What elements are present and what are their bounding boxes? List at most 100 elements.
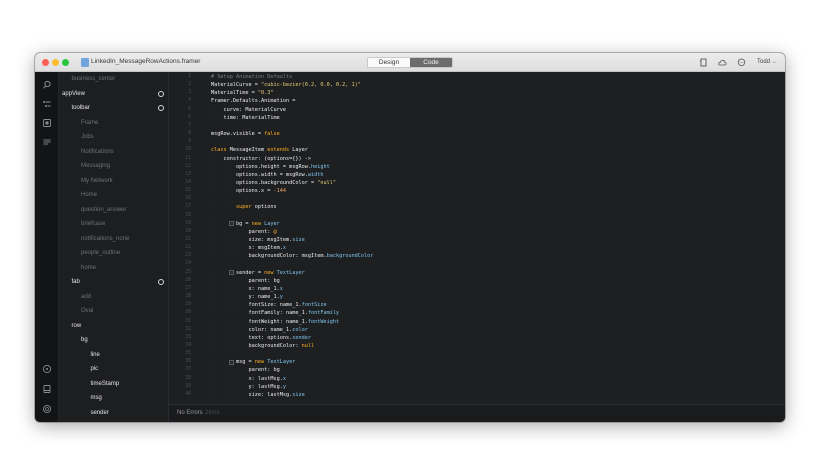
code-line[interactable]: class MessageItem extends Layer bbox=[211, 146, 771, 154]
tab-design[interactable]: Design bbox=[368, 58, 410, 67]
layers-tree-icon[interactable] bbox=[42, 99, 52, 109]
code-token: options.x = bbox=[236, 188, 274, 195]
indent-guides: · bbox=[211, 106, 224, 113]
code-line[interactable]: · · options.x = -144 bbox=[211, 187, 771, 195]
preview-icon[interactable] bbox=[42, 404, 52, 414]
code-line[interactable]: msgRow.visible = false bbox=[211, 130, 771, 138]
maximize-window-button[interactable] bbox=[62, 59, 69, 66]
code-token: parent: bbox=[248, 228, 274, 235]
search-icon[interactable] bbox=[42, 80, 52, 90]
layer-row[interactable]: appView bbox=[59, 87, 168, 101]
code-line[interactable]: · · options.width = msgRow.width bbox=[211, 171, 771, 179]
code-token: sender = bbox=[236, 269, 265, 276]
code-line[interactable]: · time: MaterialTime bbox=[211, 114, 771, 122]
code-line[interactable]: · · · text: options.sender bbox=[211, 334, 771, 342]
code-line[interactable]: · · · parent: bg bbox=[211, 366, 771, 374]
code-line[interactable]: MaterialCurve = "cubic-bezier(0.2, 0.0, … bbox=[211, 81, 771, 89]
code-token: MaterialTime = bbox=[211, 90, 258, 97]
layer-row[interactable]: timeStamp bbox=[59, 377, 168, 391]
code-line[interactable]: · constructor: (options={}) -> bbox=[211, 155, 771, 163]
layer-row[interactable]: My Network bbox=[59, 174, 168, 188]
code-line[interactable]: · · · y: name_1.y bbox=[211, 293, 771, 301]
code-editor[interactable]: 1 2 3 4 5 6 7 8 9 10 11 12 13 14 15 16 17 18 19 20 21 22 23 24 2… bbox=[169, 72, 785, 404]
fold-toggle-icon[interactable]: − bbox=[229, 270, 234, 276]
layer-row[interactable]: add bbox=[59, 290, 168, 304]
code-line[interactable]: · · · backgroundColor: msgItem.backgroun… bbox=[211, 252, 771, 260]
layer-row[interactable]: sender bbox=[59, 406, 168, 420]
layers-panel: business_center appView toolbar Frame Jobs No… bbox=[59, 72, 169, 422]
line-number: 37 bbox=[185, 367, 191, 373]
layer-row[interactable]: notifications_none bbox=[59, 232, 168, 246]
tab-code[interactable]: Code bbox=[410, 58, 452, 67]
device-icon[interactable] bbox=[42, 384, 52, 394]
code-line[interactable]: · · sender = new TextLayer bbox=[211, 269, 771, 277]
layer-target-icon[interactable] bbox=[158, 90, 164, 97]
line-number: 14 bbox=[185, 179, 191, 185]
code-token: y: name_1. bbox=[248, 294, 280, 301]
code-line[interactable]: · · · color: name_1.color bbox=[211, 326, 771, 334]
line-number: 34 bbox=[185, 342, 191, 348]
code-line[interactable]: · · msg = new TextLayer bbox=[211, 358, 771, 366]
code-line[interactable]: · curve: MaterialCurve bbox=[211, 106, 771, 114]
code-line[interactable]: · · · y: lastMsg.y bbox=[211, 383, 771, 391]
layer-row[interactable]: row bbox=[59, 319, 168, 333]
layer-row[interactable]: bg bbox=[59, 333, 168, 347]
code-line[interactable]: MaterialTime = "0.3" bbox=[211, 89, 771, 97]
list-icon[interactable] bbox=[42, 137, 52, 147]
layer-row[interactable]: pic bbox=[59, 362, 168, 376]
code-line[interactable]: · · · fontFamily: name_1.fontFamily bbox=[211, 309, 771, 317]
comment-icon[interactable] bbox=[737, 58, 746, 67]
indent-guides: · · bbox=[211, 204, 236, 211]
layer-row[interactable]: Oval bbox=[59, 304, 168, 318]
close-window-button[interactable] bbox=[42, 59, 49, 66]
code-line[interactable]: · · · size: lastMsg.size bbox=[211, 391, 771, 399]
code-token: false bbox=[264, 131, 280, 138]
code-line[interactable]: · · · backgroundColor: null bbox=[211, 342, 771, 350]
layer-row[interactable]: line bbox=[59, 348, 168, 362]
layer-row[interactable]: Notifications bbox=[59, 145, 168, 159]
layer-row[interactable]: Frame bbox=[59, 116, 168, 130]
code-token: x: lastMsg. bbox=[248, 375, 283, 382]
layer-row[interactable]: Messaging bbox=[59, 159, 168, 173]
code-line[interactable]: · · options.height = msgRow.height bbox=[211, 163, 771, 171]
chevron-down-icon: ⌄ bbox=[771, 59, 777, 65]
layer-row[interactable]: toolbar bbox=[59, 101, 168, 115]
code-token: y bbox=[282, 383, 286, 390]
cloud-icon[interactable] bbox=[718, 58, 727, 67]
code-line[interactable]: Framer.Defaults.Animation = bbox=[211, 97, 771, 105]
code-line[interactable]: · · bg = new Layer bbox=[211, 220, 771, 228]
code-line[interactable]: · · super options bbox=[211, 203, 771, 211]
layer-row[interactable]: msg bbox=[59, 391, 168, 405]
code-line[interactable]: · · · fontSize: name_1.fontSize bbox=[211, 301, 771, 309]
code-line[interactable]: · · · x: msgItem.x bbox=[211, 244, 771, 252]
layer-row[interactable]: fab bbox=[59, 275, 168, 289]
fold-toggle-icon[interactable]: − bbox=[229, 221, 234, 227]
line-number: 31 bbox=[185, 318, 191, 324]
code-line[interactable]: · · · x: lastMsg.x bbox=[211, 375, 771, 383]
code-line[interactable]: · · · size: msgItem.size bbox=[211, 236, 771, 244]
code-token: MaterialCurve = bbox=[211, 82, 261, 89]
layer-target-icon[interactable] bbox=[158, 279, 164, 285]
page-icon[interactable] bbox=[699, 58, 708, 67]
code-line[interactable]: · · · x: name_1.x bbox=[211, 285, 771, 293]
code-token: width bbox=[307, 171, 324, 178]
layer-row[interactable]: people_outline bbox=[59, 246, 168, 260]
code-token: super bbox=[236, 204, 255, 211]
info-icon[interactable] bbox=[42, 364, 52, 374]
code-line[interactable]: · · · fontWeight: name_1.fontWeight bbox=[211, 318, 771, 326]
code-line[interactable]: · · · parent: @ bbox=[211, 228, 771, 236]
user-menu[interactable]: Todd ⌄ bbox=[757, 58, 777, 65]
code-line[interactable]: · · · parent: bg bbox=[211, 277, 771, 285]
layer-target-icon[interactable] bbox=[158, 105, 164, 111]
minimize-window-button[interactable] bbox=[52, 59, 59, 66]
code-line[interactable]: # Setup Animation Defaults bbox=[211, 73, 771, 81]
layer-row[interactable]: briefcase bbox=[59, 217, 168, 231]
layer-row[interactable]: home bbox=[59, 261, 168, 275]
layer-row[interactable]: business_center bbox=[59, 72, 168, 86]
code-line[interactable]: · · options.backgroundColor = "null" bbox=[211, 179, 771, 187]
frame-icon[interactable] bbox=[42, 118, 52, 128]
layer-row[interactable]: Home bbox=[59, 188, 168, 202]
fold-toggle-icon[interactable]: − bbox=[229, 359, 234, 365]
layer-row[interactable]: question_answer bbox=[59, 203, 168, 217]
layer-row[interactable]: Jobs bbox=[59, 130, 168, 144]
